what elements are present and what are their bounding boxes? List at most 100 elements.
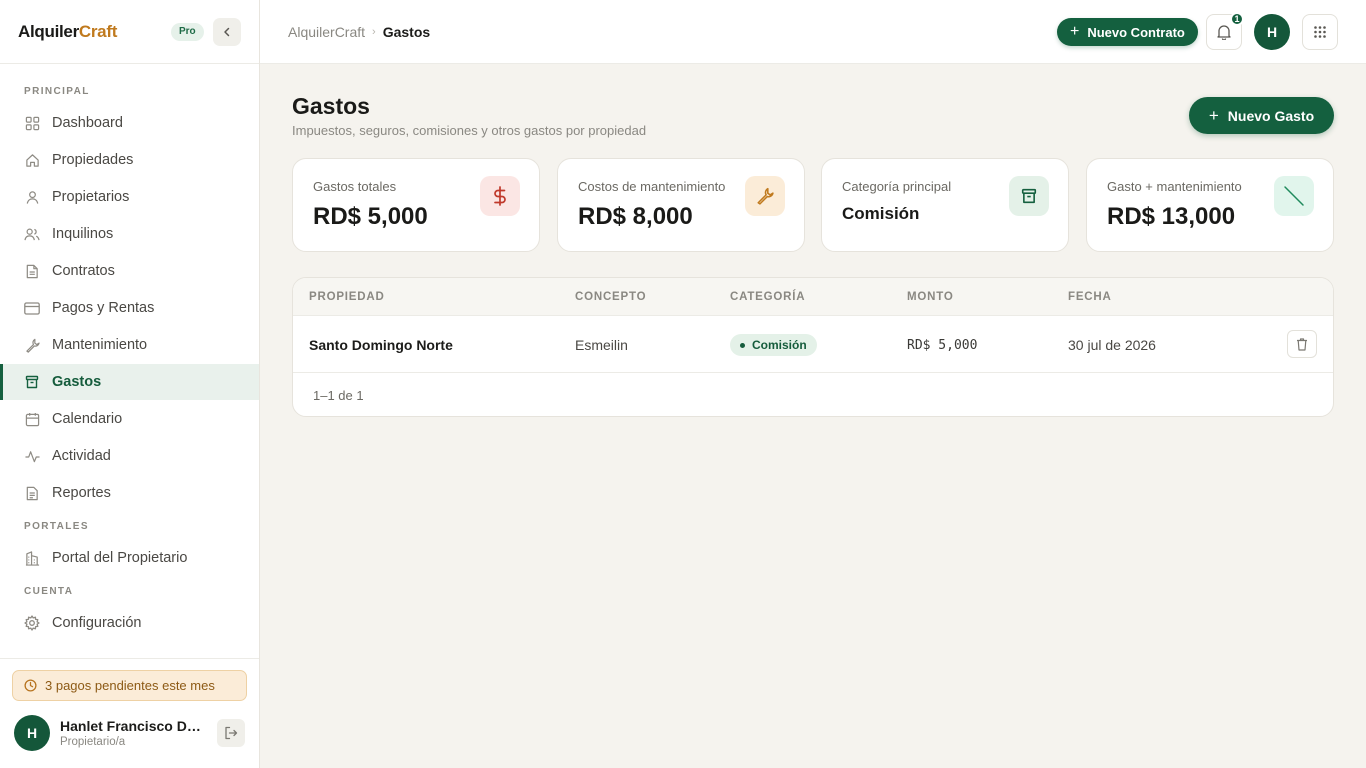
sidebar: AlquilerCraft Pro PRINCIPAL Dashboard Pr…	[0, 0, 260, 768]
sidebar-item-contratos[interactable]: Contratos	[0, 253, 259, 289]
sidebar-item-configuracion[interactable]: Configuración	[0, 605, 259, 641]
delete-row-button[interactable]	[1287, 330, 1317, 358]
stat-label: Gasto + mantenimiento	[1107, 179, 1242, 194]
section-label-principal: PRINCIPAL	[24, 86, 90, 97]
sidebar-item-label: Calendario	[52, 411, 123, 427]
sidebar-item-propiedades[interactable]: Propiedades	[0, 142, 259, 178]
expenses-table: PROPIEDAD CONCEPTO CATEGORÍA MONTO FECHA…	[292, 277, 1334, 417]
apps-menu-button[interactable]	[1302, 14, 1338, 50]
sidebar-item-calendario[interactable]: Calendario	[0, 401, 259, 437]
section-label-portales: PORTALES	[24, 521, 89, 532]
chevron-right-icon: ›	[372, 26, 376, 38]
building-icon	[24, 550, 40, 566]
avatar[interactable]: H	[1254, 14, 1290, 50]
gear-icon	[24, 615, 40, 631]
category-badge-label: Comisión	[752, 338, 807, 352]
trend-line-icon	[1274, 176, 1314, 216]
stat-label: Gastos totales	[313, 179, 397, 194]
breadcrumb-root[interactable]: AlquilerCraft	[288, 24, 365, 40]
sidebar-item-mantenimiento[interactable]: Mantenimiento	[0, 327, 259, 363]
new-contract-label: Nuevo Contrato	[1087, 24, 1185, 40]
pagination-info: 1–1 de 1	[313, 388, 364, 403]
sidebar-item-label: Gastos	[52, 374, 102, 390]
sidebar-footer: 3 pagos pendientes este mes H Hanlet Fra…	[0, 658, 259, 768]
plan-badge: Pro	[171, 23, 204, 41]
new-expense-label: Nuevo Gasto	[1227, 107, 1315, 124]
sidebar-item-label: Propietarios	[52, 189, 130, 205]
sidebar-item-propietarios[interactable]: Propietarios	[0, 179, 259, 215]
stat-card-categoria-principal: Categoría principal Comisión	[821, 158, 1069, 252]
dollar-icon	[480, 176, 520, 216]
cell-monto: RD$ 5,000	[907, 338, 978, 353]
stat-value: Comisión	[842, 204, 920, 223]
pending-payments-notice[interactable]: 3 pagos pendientes este mes	[12, 670, 247, 701]
credit-card-icon	[24, 300, 40, 316]
logo-text-main: Alquiler	[18, 21, 79, 41]
status-dot-icon	[740, 342, 745, 348]
sidebar-item-label: Portal del Propietario	[52, 550, 188, 566]
new-contract-button[interactable]: + Nuevo Contrato	[1057, 18, 1198, 46]
stat-card-costos-mantenimiento: Costos de mantenimiento RD$ 8,000	[557, 158, 805, 252]
archive-icon	[1009, 176, 1049, 216]
sidebar-item-label: Contratos	[52, 263, 115, 279]
page-title: Gastos	[292, 93, 370, 119]
sidebar-item-gastos[interactable]: Gastos	[0, 364, 259, 400]
trash-icon	[1297, 337, 1307, 351]
grid-dots-icon	[1314, 26, 1326, 38]
sidebar-item-pagos-y-rentas[interactable]: Pagos y Rentas	[0, 290, 259, 326]
sidebar-item-actividad[interactable]: Actividad	[0, 438, 259, 474]
column-header-propiedad[interactable]: PROPIEDAD	[309, 291, 385, 303]
cell-concepto: Esmeilin	[575, 337, 628, 353]
document-icon	[24, 263, 40, 279]
page-subtitle: Impuestos, seguros, comisiones y otros g…	[292, 123, 647, 138]
breadcrumb: AlquilerCraft › Gastos	[288, 24, 430, 40]
app-logo[interactable]: AlquilerCraft	[18, 22, 117, 42]
cell-fecha: 30 jul de 2026	[1068, 337, 1156, 353]
topbar: AlquilerCraft › Gastos + Nuevo Contrato …	[260, 0, 1366, 64]
stat-card-gasto-mantenimiento: Gasto + mantenimiento RD$ 13,000	[1086, 158, 1334, 252]
stat-value: RD$ 5,000	[313, 203, 428, 230]
column-header-monto[interactable]: MONTO	[907, 291, 954, 303]
sidebar-item-inquilinos[interactable]: Inquilinos	[0, 216, 259, 252]
logout-button[interactable]	[217, 719, 245, 747]
avatar[interactable]: H	[14, 715, 50, 751]
chevron-left-icon	[224, 27, 230, 37]
grid-icon	[24, 115, 40, 131]
plus-icon: +	[1208, 106, 1219, 125]
stat-value: RD$ 13,000	[1107, 203, 1236, 230]
sidebar-item-label: Pagos y Rentas	[52, 300, 155, 316]
sidebar-item-reportes[interactable]: Reportes	[0, 475, 259, 511]
sidebar-item-label: Propiedades	[52, 152, 134, 168]
sidebar-header: AlquilerCraft Pro	[0, 0, 259, 64]
bell-icon	[1217, 25, 1231, 40]
activity-icon	[24, 448, 40, 464]
column-header-fecha[interactable]: FECHA	[1068, 291, 1112, 303]
wrench-icon	[24, 337, 40, 353]
notifications-button[interactable]: 1	[1206, 12, 1244, 50]
cell-propiedad: Santo Domingo Norte	[309, 337, 453, 353]
user-icon	[24, 189, 40, 205]
sidebar-item-label: Reportes	[52, 485, 111, 501]
collapse-sidebar-button[interactable]	[213, 18, 241, 46]
report-icon	[24, 485, 40, 501]
new-expense-button[interactable]: + Nuevo Gasto	[1189, 97, 1334, 134]
stat-label: Categoría principal	[842, 179, 952, 194]
logo-text-accent: Craft	[78, 21, 118, 41]
sidebar-item-dashboard[interactable]: Dashboard	[0, 105, 259, 141]
calendar-icon	[24, 411, 40, 427]
column-header-concepto[interactable]: CONCEPTO	[575, 291, 646, 303]
archive-icon	[24, 374, 40, 390]
table-header: PROPIEDAD CONCEPTO CATEGORÍA MONTO FECHA	[293, 278, 1333, 316]
sidebar-item-label: Mantenimiento	[52, 337, 148, 353]
table-row[interactable]: Santo Domingo Norte Esmeilin Comisión RD…	[293, 316, 1333, 373]
plus-icon: +	[1070, 23, 1080, 40]
logout-icon	[225, 726, 238, 740]
wrench-icon	[745, 176, 785, 216]
clock-icon	[24, 679, 37, 692]
column-header-categoria[interactable]: CATEGORÍA	[730, 291, 805, 303]
sidebar-item-label: Dashboard	[52, 115, 123, 131]
sidebar-item-label: Inquilinos	[52, 226, 114, 242]
stat-card-gastos-totales: Gastos totales RD$ 5,000	[292, 158, 540, 252]
stat-value: RD$ 8,000	[578, 203, 693, 230]
sidebar-item-portal-propietario[interactable]: Portal del Propietario	[0, 540, 259, 576]
